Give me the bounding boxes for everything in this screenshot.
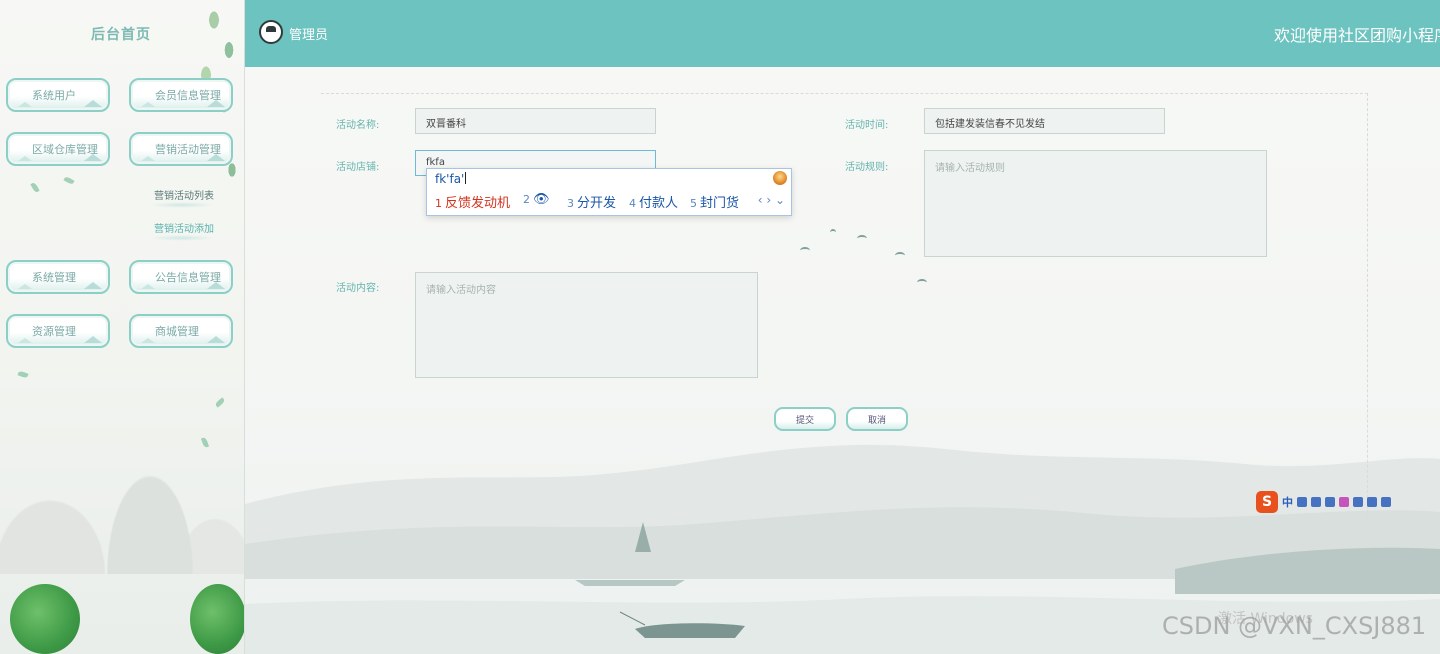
ime-candidate[interactable]: 1 反馈发动机 bbox=[435, 192, 510, 211]
welcome-text: 欢迎使用社区团购小程序 bbox=[1274, 26, 1440, 45]
activity-time-label: 活动时间: bbox=[845, 120, 889, 131]
ime-candidate[interactable]: 4 付款人 bbox=[629, 192, 678, 211]
activity-rules-textarea[interactable]: 请输入活动规则 bbox=[924, 150, 1267, 257]
submit-button[interactable]: 提交 bbox=[774, 407, 836, 431]
menu-label: 系统管理 bbox=[32, 271, 76, 284]
leaf-decoration bbox=[30, 181, 40, 194]
keyboard-icon[interactable] bbox=[1325, 497, 1335, 507]
activity-content-label: 活动内容: bbox=[336, 283, 380, 294]
menu-label: 资源管理 bbox=[32, 325, 76, 338]
activity-form: 活动名称: 双晋番科 活动时间: 包括建发装信春不见发结 活动店铺: fkfa … bbox=[321, 93, 1368, 518]
main-content: 活动名称: 双晋番科 活动时间: 包括建发装信春不见发结 活动店铺: fkfa … bbox=[245, 67, 1440, 654]
lotus-leaf-decoration bbox=[190, 584, 244, 654]
menu-label: 系统用户 bbox=[32, 89, 76, 102]
candidate-number: 1 bbox=[435, 197, 442, 210]
menu-member-info[interactable]: 会员信息管理 bbox=[129, 78, 233, 112]
submenu-underline bbox=[150, 235, 214, 241]
candidate-number: 3 bbox=[567, 197, 574, 210]
candidate-number: 4 bbox=[629, 197, 636, 210]
menu-system-users[interactable]: 系统用户 bbox=[6, 78, 110, 112]
candidate-text: 分开发 bbox=[577, 196, 617, 211]
menu-warehouse[interactable]: 区域仓库管理 bbox=[6, 132, 110, 166]
ime-candidate[interactable]: 5 封门货 bbox=[690, 192, 739, 211]
ime-composition-text: fk'fa' bbox=[435, 172, 465, 186]
activity-rules-label: 活动规则: bbox=[845, 162, 889, 173]
ime-toolbar: S 中 bbox=[1256, 490, 1391, 514]
skin-icon[interactable] bbox=[1339, 497, 1349, 507]
submenu-marketing-list[interactable]: 营销活动列表 bbox=[154, 187, 214, 202]
menu-system[interactable]: 系统管理 bbox=[6, 260, 110, 294]
candidate-text: 封门货 bbox=[700, 196, 740, 211]
microphone-icon[interactable] bbox=[1311, 497, 1321, 507]
activity-shop-label: 活动店铺: bbox=[336, 162, 380, 173]
candidate-number: 2 bbox=[523, 193, 530, 206]
menu-mall[interactable]: 商城管理 bbox=[129, 314, 233, 348]
activity-name-input[interactable]: 双晋番科 bbox=[415, 108, 656, 134]
candidate-number: 5 bbox=[690, 197, 697, 210]
csdn-watermark: CSDN @VXN_CXSJ881 bbox=[1162, 612, 1427, 640]
ime-candidate[interactable]: 2 👁 bbox=[523, 192, 550, 207]
leaf-decoration bbox=[63, 175, 75, 186]
ime-page-nav-icon[interactable]: ‹ › ⌄ bbox=[758, 193, 785, 207]
candidate-text: 付款人 bbox=[639, 196, 679, 211]
menu-marketing[interactable]: 营销活动管理 bbox=[129, 132, 233, 166]
activity-time-input[interactable]: 包括建发装信春不见发结 bbox=[924, 108, 1165, 134]
cancel-button[interactable]: 取消 bbox=[846, 407, 908, 431]
sogou-logo-icon[interactable]: S bbox=[1256, 491, 1278, 513]
submenu-underline bbox=[150, 202, 214, 208]
ime-candidate[interactable]: 3 分开发 bbox=[567, 192, 616, 211]
settings-icon[interactable] bbox=[1381, 497, 1391, 507]
ime-candidate-popup: fk'fa' 1 反馈发动机 2 👁 3 分开发 4 付款人 5 封门货 ‹ › ⌄ bbox=[426, 168, 792, 216]
sidebar-title[interactable]: 后台首页 bbox=[0, 24, 244, 44]
eye-emoji-icon: 👁 bbox=[533, 192, 550, 207]
toolbox-icon[interactable] bbox=[1353, 497, 1363, 507]
candidate-text: 反馈发动机 bbox=[445, 196, 511, 211]
admin-role-label: 管理员 bbox=[289, 28, 329, 43]
admin-avatar-icon[interactable] bbox=[259, 20, 283, 44]
top-header: 管理员 欢迎使用社区团购小程序 bbox=[245, 0, 1440, 67]
menu-resource[interactable]: 资源管理 bbox=[6, 314, 110, 348]
sidebar: 后台首页 系统用户 会员信息管理 区域仓库管理 营销活动管理 营销活动列表 营销… bbox=[0, 0, 245, 654]
sidebar-mountains bbox=[0, 374, 244, 574]
grid-icon[interactable] bbox=[1367, 497, 1377, 507]
menu-announcement[interactable]: 公告信息管理 bbox=[129, 260, 233, 294]
submenu-marketing-add[interactable]: 营销活动添加 bbox=[154, 220, 214, 235]
language-toggle[interactable]: 中 bbox=[1282, 494, 1293, 510]
menu-label: 商城管理 bbox=[155, 325, 199, 338]
punctuation-icon[interactable] bbox=[1297, 497, 1307, 507]
lotus-leaf-decoration bbox=[10, 584, 80, 654]
activity-name-label: 活动名称: bbox=[336, 120, 380, 131]
ime-logo-icon[interactable] bbox=[773, 171, 787, 185]
activity-content-textarea[interactable]: 请输入活动内容 bbox=[415, 272, 758, 378]
